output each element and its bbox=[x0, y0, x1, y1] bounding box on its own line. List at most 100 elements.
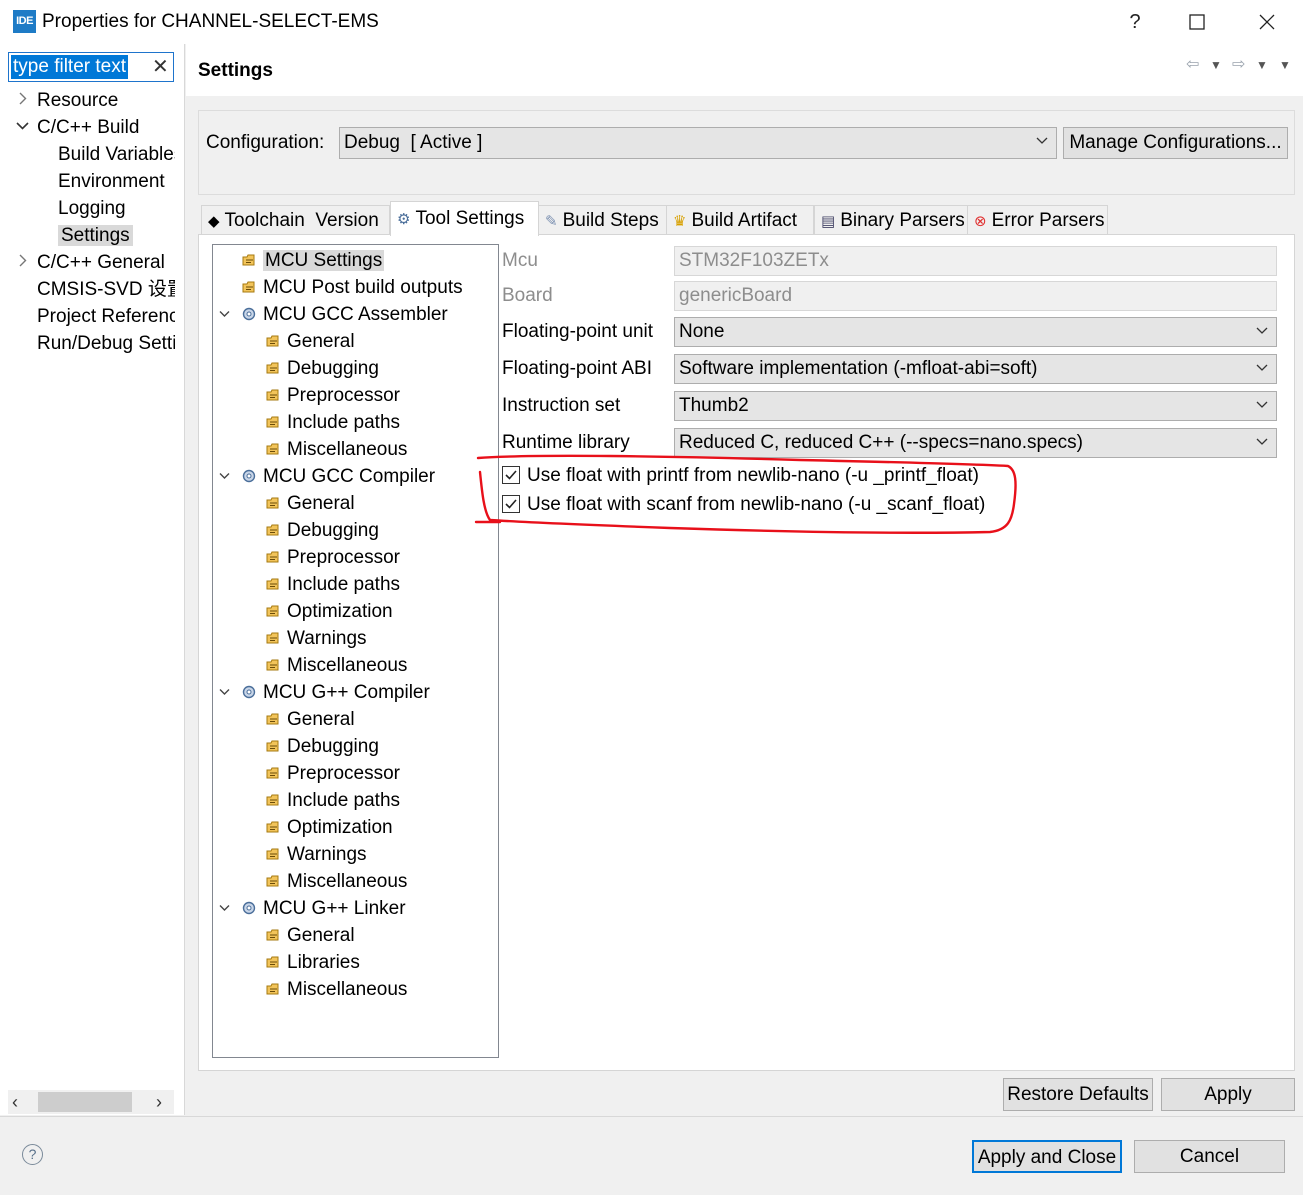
nav-item[interactable]: Resource bbox=[0, 87, 175, 114]
tree-item-label: Debugging bbox=[287, 358, 379, 379]
chevron-down-icon[interactable] bbox=[219, 463, 230, 490]
nav-item[interactable]: Build Variables bbox=[0, 141, 175, 168]
nav-item-label: Environment bbox=[58, 171, 165, 192]
tab-build-artifact[interactable]: ♛ Build Artifact bbox=[666, 205, 814, 235]
tab-error-parsers[interactable]: ⊗ Error Parsers bbox=[967, 205, 1108, 235]
option-icon bbox=[265, 330, 281, 347]
tab-tool-settings[interactable]: ⚙ Tool Settings bbox=[390, 201, 539, 236]
fpu-select[interactable]: None bbox=[674, 317, 1277, 347]
tree-item[interactable]: Preprocessor bbox=[214, 760, 497, 787]
tree-item[interactable]: Debugging bbox=[214, 355, 497, 382]
tree-item[interactable]: Miscellaneous bbox=[214, 868, 497, 895]
tree-item[interactable]: General bbox=[214, 328, 497, 355]
cancel-button[interactable]: Cancel bbox=[1134, 1140, 1285, 1173]
tree-item[interactable]: Preprocessor bbox=[214, 382, 497, 409]
mcu-label: Mcu bbox=[502, 250, 538, 271]
scroll-left-icon[interactable]: ‹ bbox=[12, 1090, 18, 1114]
tree-item[interactable]: MCU Settings bbox=[214, 247, 497, 274]
chevron-down-icon[interactable] bbox=[219, 679, 230, 706]
window-help-button[interactable]: ? bbox=[1104, 0, 1166, 44]
nav-item[interactable]: Environment bbox=[0, 168, 175, 195]
tree-item[interactable]: General bbox=[214, 706, 497, 733]
tree-item[interactable]: Include paths bbox=[214, 571, 497, 598]
tree-item[interactable]: MCU GCC Compiler bbox=[214, 463, 497, 490]
tree-item-label: Miscellaneous bbox=[287, 439, 408, 460]
horizontal-scrollbar[interactable]: ‹ › bbox=[8, 1090, 174, 1114]
tree-item[interactable]: Include paths bbox=[214, 787, 497, 814]
tree-item[interactable]: Debugging bbox=[214, 517, 497, 544]
scrollbar-thumb[interactable] bbox=[38, 1092, 132, 1112]
tree-item[interactable]: Miscellaneous bbox=[214, 436, 497, 463]
filter-input[interactable]: type filter text ✕ bbox=[8, 52, 174, 82]
instruction-set-select[interactable]: Thumb2 bbox=[674, 391, 1277, 421]
maximize-button[interactable] bbox=[1166, 0, 1228, 44]
nav-item[interactable]: C/C++ General bbox=[0, 249, 175, 276]
apply-button[interactable]: Apply bbox=[1161, 1078, 1295, 1111]
tree-item-label: Preprocessor bbox=[287, 547, 400, 568]
tree-item[interactable]: General bbox=[214, 922, 497, 949]
tree-item-label: MCU GCC Assembler bbox=[263, 304, 448, 325]
option-icon bbox=[265, 627, 281, 644]
tab-toolchain-version[interactable]: ◆ Toolchain Version bbox=[201, 205, 390, 235]
nav-item-label: C/C++ Build bbox=[37, 117, 140, 138]
tree-item[interactable]: Miscellaneous bbox=[214, 652, 497, 679]
tree-item[interactable]: General bbox=[214, 490, 497, 517]
option-icon bbox=[265, 492, 281, 509]
chevron-down-icon[interactable] bbox=[219, 895, 230, 922]
error-icon: ⊗ bbox=[974, 213, 987, 230]
back-menu-icon[interactable]: ▼ bbox=[1210, 58, 1222, 72]
tree-item-label: MCU G++ Linker bbox=[263, 898, 406, 919]
view-menu-icon[interactable]: ▼ bbox=[1279, 58, 1291, 72]
restore-defaults-button[interactable]: Restore Defaults bbox=[1003, 1078, 1153, 1111]
apply-and-close-button[interactable]: Apply and Close bbox=[972, 1140, 1122, 1173]
nav-item[interactable]: Logging bbox=[0, 195, 175, 222]
float-abi-label: Floating-point ABI bbox=[502, 358, 652, 379]
tree-item[interactable]: Libraries bbox=[214, 949, 497, 976]
tree-item-label: Miscellaneous bbox=[287, 655, 408, 676]
nav-item[interactable]: Run/Debug Settings bbox=[0, 330, 175, 357]
forward-menu-icon[interactable]: ▼ bbox=[1256, 58, 1268, 72]
tree-item[interactable]: Preprocessor bbox=[214, 544, 497, 571]
tab-label: Tool Settings bbox=[415, 208, 525, 229]
help-icon[interactable]: ? bbox=[22, 1144, 43, 1165]
option-icon bbox=[265, 519, 281, 536]
nav-item[interactable]: Project References bbox=[0, 303, 175, 330]
tree-item[interactable]: Miscellaneous bbox=[214, 976, 497, 1003]
back-arrow-icon[interactable]: ⇦ bbox=[1186, 54, 1199, 74]
clear-filter-icon[interactable]: ✕ bbox=[152, 55, 169, 79]
app-icon: IDE bbox=[13, 10, 36, 33]
tab-build-steps[interactable]: ✎ Build Steps bbox=[538, 205, 667, 235]
tree-item[interactable]: Optimization bbox=[214, 814, 497, 841]
tree-item-label: General bbox=[287, 925, 355, 946]
chevron-down-icon[interactable] bbox=[16, 114, 29, 141]
manage-configurations-button[interactable]: Manage Configurations... bbox=[1063, 127, 1288, 159]
close-button[interactable] bbox=[1236, 0, 1298, 44]
scroll-right-icon[interactable]: › bbox=[156, 1090, 162, 1114]
float-abi-select[interactable]: Software implementation (-mfloat-abi=sof… bbox=[674, 354, 1277, 384]
tree-item[interactable]: Warnings bbox=[214, 625, 497, 652]
nav-item[interactable]: C/C++ Build bbox=[0, 114, 175, 141]
chevron-down-icon bbox=[1256, 438, 1268, 445]
tree-item[interactable]: MCU GCC Assembler bbox=[214, 301, 497, 328]
chevron-down-icon bbox=[1256, 364, 1268, 371]
tree-item[interactable]: Debugging bbox=[214, 733, 497, 760]
chevron-down-icon[interactable] bbox=[219, 301, 230, 328]
forward-arrow-icon[interactable]: ⇨ bbox=[1232, 54, 1245, 74]
chevron-right-icon[interactable] bbox=[16, 87, 29, 114]
nav-item[interactable]: CMSIS-SVD 设置 bbox=[0, 276, 175, 303]
configuration-select[interactable]: Debug [ Active ] bbox=[339, 127, 1057, 159]
window-title: Properties for CHANNEL-SELECT-EMS bbox=[42, 11, 379, 32]
tree-item[interactable]: MCU G++ Compiler bbox=[214, 679, 497, 706]
chevron-down-icon bbox=[1036, 137, 1048, 144]
tab-binary-parsers[interactable]: ▤ Binary Parsers bbox=[814, 205, 968, 235]
nav-item[interactable]: Settings bbox=[0, 222, 175, 249]
tree-item[interactable]: MCU Post build outputs bbox=[214, 274, 497, 301]
chevron-right-icon[interactable] bbox=[16, 249, 29, 276]
tree-item-label: Warnings bbox=[287, 628, 367, 649]
tree-item[interactable]: Optimization bbox=[214, 598, 497, 625]
tree-item[interactable]: Warnings bbox=[214, 841, 497, 868]
configuration-value: Debug [ Active ] bbox=[344, 132, 483, 153]
option-icon bbox=[265, 573, 281, 590]
tree-item[interactable]: Include paths bbox=[214, 409, 497, 436]
tree-item[interactable]: MCU G++ Linker bbox=[214, 895, 497, 922]
